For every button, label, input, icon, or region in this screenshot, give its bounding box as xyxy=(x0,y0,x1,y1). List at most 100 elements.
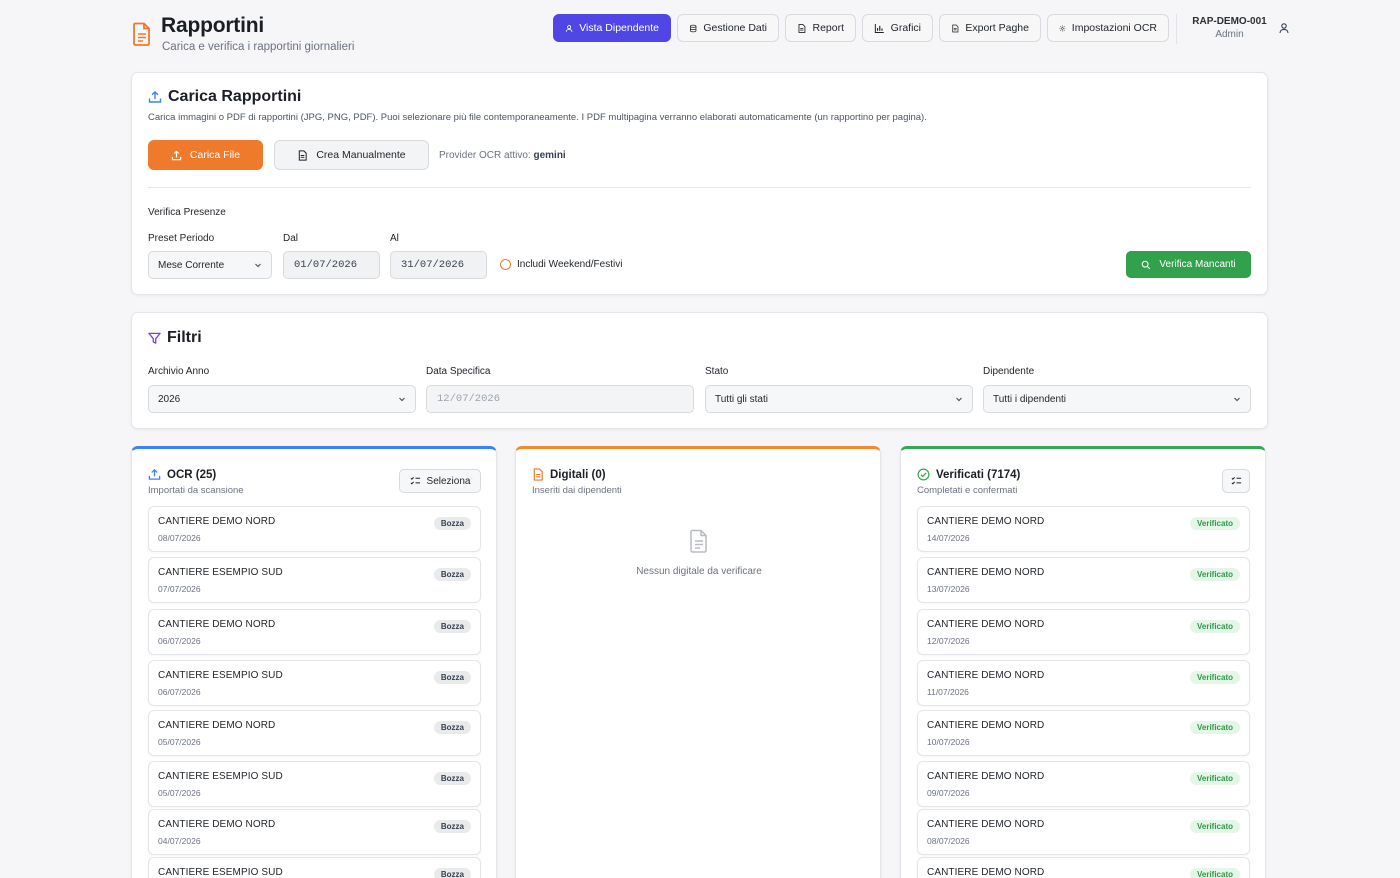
report-date: 09/07/2026 xyxy=(927,788,970,798)
page-title: Rapportini xyxy=(161,14,264,37)
list-item[interactable]: CANTIERE ESEMPIO SUD 07/07/2026 Bozza xyxy=(148,557,481,603)
list-item[interactable]: CANTIERE DEMO NORD Verificato xyxy=(917,857,1250,878)
nav-vista-dipendente-button[interactable]: Vista Dipendente xyxy=(553,14,671,42)
report-date: 05/07/2026 xyxy=(158,788,201,798)
site-name: CANTIERE DEMO NORD xyxy=(158,720,276,731)
status-badge: Verificato xyxy=(1189,517,1240,530)
specific-date-input[interactable]: 12/07/2026 xyxy=(426,385,694,413)
ocr-provider-info: Provider OCR attivo: gemini xyxy=(439,150,566,161)
to-label: Al xyxy=(390,233,399,244)
site-name: CANTIERE DEMO NORD xyxy=(927,516,1045,527)
list-item[interactable]: CANTIERE ESEMPIO SUD Bozza xyxy=(148,857,481,878)
site-name: CANTIERE DEMO NORD xyxy=(158,819,276,830)
list-item[interactable]: CANTIERE DEMO NORD 04/07/2026 Bozza xyxy=(148,809,481,855)
nav-export-paghe-button[interactable]: Export Paghe xyxy=(939,14,1041,42)
to-date-input[interactable]: 31/07/2026 xyxy=(390,251,487,279)
create-manual-button[interactable]: Crea Manualmente xyxy=(274,140,429,170)
status-value: Tutti gli stati xyxy=(715,393,768,405)
status-badge: Verificato xyxy=(1189,620,1240,633)
nav-label: Impostazioni OCR xyxy=(1071,22,1157,34)
list-item[interactable]: CANTIERE DEMO NORD 12/07/2026 Verificato xyxy=(917,609,1250,655)
status-select[interactable]: Tutti gli stati xyxy=(705,385,973,413)
from-date-input[interactable]: 01/07/2026 xyxy=(283,251,380,279)
year-label: Archivio Anno xyxy=(148,366,210,377)
list-item[interactable]: CANTIERE DEMO NORD 13/07/2026 Verificato xyxy=(917,557,1250,603)
nav-impostazioni-ocr-button[interactable]: Impostazioni OCR xyxy=(1047,14,1169,42)
preset-label: Preset Periodo xyxy=(148,233,215,244)
digital-title-row: Digitali (0) xyxy=(532,468,606,481)
weekend-label: Includi Weekend/Festivi xyxy=(517,259,623,270)
list-item[interactable]: CANTIERE DEMO NORD 11/07/2026 Verificato xyxy=(917,660,1250,706)
provider-prefix: Provider OCR attivo: xyxy=(439,150,531,161)
list-item[interactable]: CANTIERE DEMO NORD 08/07/2026 Bozza xyxy=(148,506,481,552)
verified-column: Verificati (7174) Completati e confermat… xyxy=(900,446,1266,878)
chevron-down-icon xyxy=(255,263,261,268)
select-button[interactable]: Seleziona xyxy=(399,469,481,493)
empty-state-text: Nessun digitale da verificare xyxy=(636,566,762,577)
verify-missing-button[interactable]: Verifica Mancanti xyxy=(1126,251,1251,278)
preset-period-select[interactable]: Mese Corrente xyxy=(148,251,272,279)
digital-column: Digitali (0) Inseriti dai dipendenti Nes… xyxy=(515,446,881,878)
document-icon xyxy=(533,468,543,481)
chevron-down-icon xyxy=(1234,397,1240,402)
list-item[interactable]: CANTIERE DEMO NORD 10/07/2026 Verificato xyxy=(917,710,1250,756)
employee-select[interactable]: Tutti i dipendenti xyxy=(983,385,1251,413)
date-label: Data Specifica xyxy=(426,366,491,377)
nav-label: Report xyxy=(812,22,844,34)
select-toggle-button[interactable] xyxy=(1222,469,1250,493)
weekend-option[interactable]: Includi Weekend/Festivi xyxy=(500,259,622,270)
upload-title-row: Carica Rapportini xyxy=(148,88,301,106)
status-badge: Bozza xyxy=(433,868,471,878)
list-item[interactable]: CANTIERE DEMO NORD 14/07/2026 Verificato xyxy=(917,506,1250,552)
employee-value: Tutti i dipendenti xyxy=(993,393,1067,405)
upload-description: Carica immagini o PDF di rapportini (JPG… xyxy=(148,112,927,123)
upload-icon xyxy=(148,468,161,480)
verified-title-row: Verificati (7174) xyxy=(917,468,1020,481)
status-badge: Bozza xyxy=(433,820,471,833)
nav-gestione-dati-button[interactable]: Gestione Dati xyxy=(677,14,779,42)
list-item[interactable]: CANTIERE DEMO NORD 09/07/2026 Verificato xyxy=(917,761,1250,807)
year-value: 2026 xyxy=(158,393,181,405)
user-role: Admin xyxy=(1215,29,1244,40)
weekend-radio[interactable] xyxy=(500,259,511,270)
list-item[interactable]: CANTIERE ESEMPIO SUD 06/07/2026 Bozza xyxy=(148,660,481,706)
site-name: CANTIERE ESEMPIO SUD xyxy=(158,670,283,681)
from-label: Dal xyxy=(283,233,299,244)
status-badge: Verificato xyxy=(1189,868,1240,878)
chevron-down-icon xyxy=(956,397,962,402)
document-icon xyxy=(798,23,806,33)
status-badge: Bozza xyxy=(433,620,471,633)
user-icon xyxy=(565,24,573,32)
report-date: 04/07/2026 xyxy=(158,836,201,846)
site-name: CANTIERE DEMO NORD xyxy=(927,867,1045,878)
preset-value: Mese Corrente xyxy=(158,259,225,271)
list-item[interactable]: CANTIERE DEMO NORD 06/07/2026 Bozza xyxy=(148,609,481,655)
list-item[interactable]: CANTIERE DEMO NORD 05/07/2026 Bozza xyxy=(148,710,481,756)
list-check-icon xyxy=(410,476,420,485)
document-icon xyxy=(952,24,959,32)
filters-title-row: Filtri xyxy=(148,329,202,347)
user-menu-icon[interactable] xyxy=(1278,22,1290,34)
status-label: Stato xyxy=(705,366,729,377)
year-select[interactable]: 2026 xyxy=(148,385,416,413)
document-icon xyxy=(299,149,308,161)
ocr-subtitle: Importati da scansione xyxy=(148,485,244,496)
nav-report-button[interactable]: Report xyxy=(785,14,856,42)
report-date: 14/07/2026 xyxy=(927,533,970,543)
empty-document-icon xyxy=(690,529,707,553)
list-item[interactable]: CANTIERE DEMO NORD 08/07/2026 Verificato xyxy=(917,809,1250,855)
user-id: RAP-DEMO-001 xyxy=(1192,16,1267,27)
upload-file-label: Carica File xyxy=(189,149,241,161)
top-nav: Vista Dipendente Gestione Dati Report Gr… xyxy=(553,14,1169,42)
site-name: CANTIERE DEMO NORD xyxy=(158,619,276,630)
employee-label: Dipendente xyxy=(983,366,1035,377)
list-check-icon xyxy=(1231,476,1241,485)
upload-title: Carica Rapportini xyxy=(168,88,302,105)
nav-label: Export Paghe xyxy=(965,22,1029,34)
divider xyxy=(148,187,1251,188)
upload-file-button[interactable]: Carica File xyxy=(148,140,263,170)
report-date: 11/07/2026 xyxy=(927,687,969,697)
nav-grafici-button[interactable]: Grafici xyxy=(862,14,933,42)
list-item[interactable]: CANTIERE ESEMPIO SUD 05/07/2026 Bozza xyxy=(148,761,481,807)
status-badge: Bozza xyxy=(433,517,471,530)
